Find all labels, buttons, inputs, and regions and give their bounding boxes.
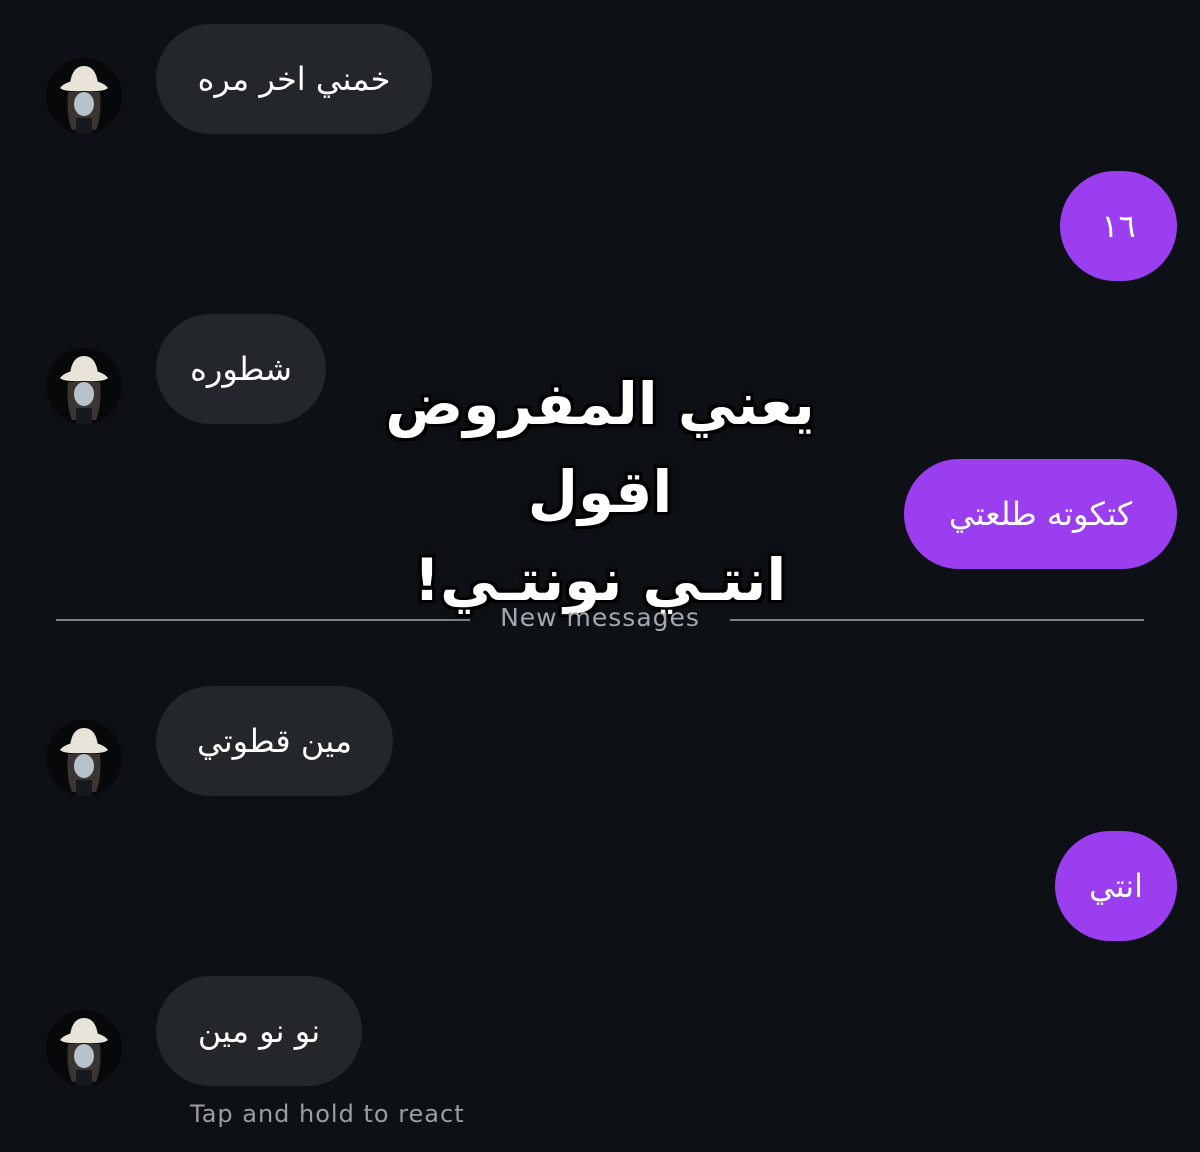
sender-avatar[interactable] [46,348,122,424]
incoming-message-bubble[interactable]: نو نو مين [156,976,362,1086]
divider-line-right [730,619,1144,621]
outgoing-message-bubble[interactable]: ١٦ [1060,171,1177,281]
overlay-caption-line-1: يعني المفروض اقول [385,370,815,526]
cowboy-hat-avatar-icon [46,58,122,134]
tap-and-hold-hint: Tap and hold to react [190,1100,465,1128]
message-text: نو نو مين [197,1012,321,1050]
incoming-message-bubble[interactable]: مين قطوتي [156,686,393,796]
sender-avatar[interactable] [46,1010,122,1086]
cowboy-hat-avatar-icon [46,348,122,424]
incoming-message-bubble[interactable]: خمني اخر مره [156,24,432,134]
message-text: انتي [1088,867,1144,905]
sender-avatar[interactable] [46,58,122,134]
incoming-message-bubble[interactable]: شطوره [156,314,326,424]
divider-line-left [56,619,470,621]
message-text: خمني اخر مره [197,60,391,98]
new-messages-divider-label: New messages [500,603,700,632]
message-text: كتكوته طلعتي [948,495,1133,533]
message-text: ١٦ [1101,207,1136,245]
cowboy-hat-avatar-icon [46,1010,122,1086]
outgoing-message-bubble[interactable]: كتكوته طلعتي [904,459,1177,569]
outgoing-message-bubble[interactable]: انتي [1055,831,1177,941]
overlay-caption: يعني المفروض اقول انتـي نونتـي! [320,360,880,624]
cowboy-hat-avatar-icon [46,720,122,796]
message-text: شطوره [190,350,292,388]
message-text: مين قطوتي [197,722,352,760]
sender-avatar[interactable] [46,720,122,796]
